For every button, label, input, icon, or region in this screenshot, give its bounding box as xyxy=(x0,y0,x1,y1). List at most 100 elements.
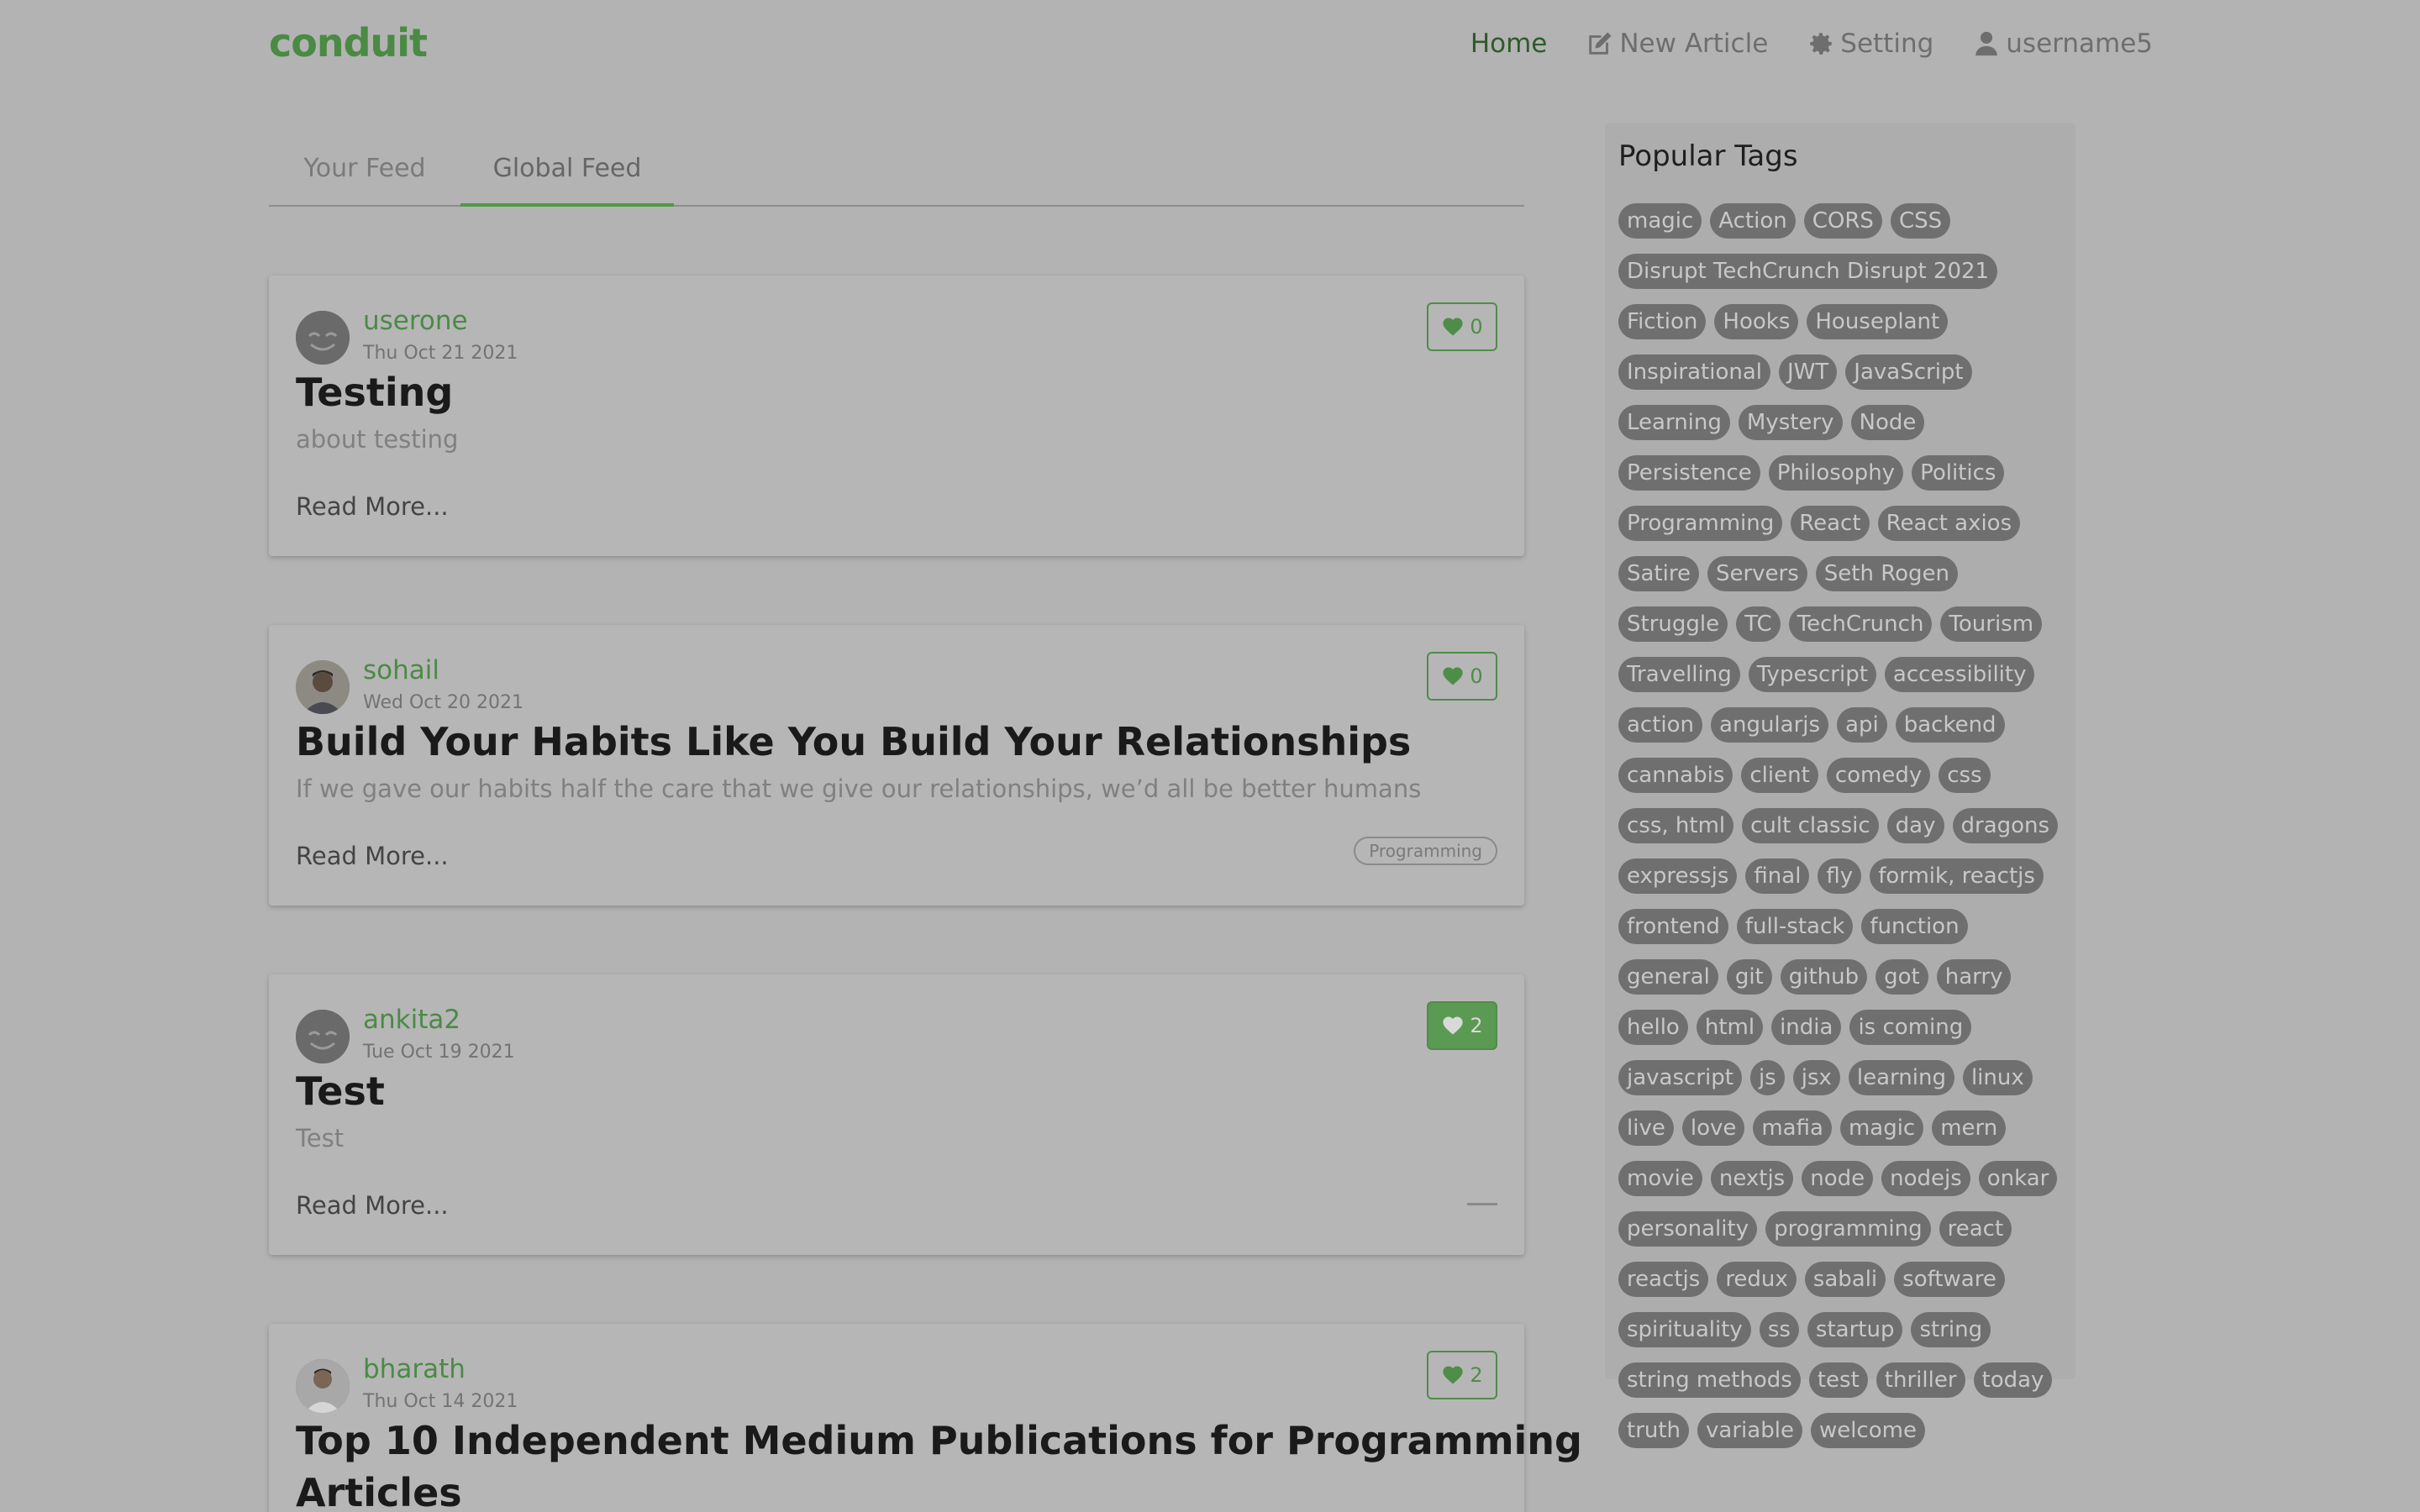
tag-pill[interactable]: Struggle xyxy=(1618,606,1728,642)
tag-pill[interactable]: cult classic xyxy=(1742,808,1879,843)
article-title-continued[interactable]: Articles xyxy=(296,1470,462,1512)
tag-pill[interactable]: formik, reactjs xyxy=(1870,858,2044,894)
tag-pill[interactable]: Typescript xyxy=(1748,657,1876,692)
tag-pill[interactable]: node xyxy=(1802,1161,1874,1196)
tag-pill[interactable]: Houseplant xyxy=(1807,304,1949,339)
article-tag[interactable]: Programming xyxy=(1354,837,1497,865)
tag-pill[interactable]: got xyxy=(1876,959,1928,995)
tag-pill[interactable]: action xyxy=(1618,707,1703,743)
tag-pill[interactable]: Hooks xyxy=(1714,304,1799,339)
tag-pill[interactable]: love xyxy=(1681,1110,1745,1146)
tag-pill[interactable]: react xyxy=(1939,1211,2012,1247)
read-more-link[interactable]: Read More... xyxy=(296,492,449,521)
avatar[interactable] xyxy=(296,1359,350,1413)
favorite-button[interactable]: 0 xyxy=(1427,652,1497,701)
tag-pill[interactable]: Action xyxy=(1710,203,1796,239)
tag-pill[interactable]: truth xyxy=(1618,1413,1690,1448)
tag-pill[interactable]: harry xyxy=(1936,959,2012,995)
tag-pill[interactable]: React xyxy=(1791,506,1870,541)
tag-pill[interactable]: Travelling xyxy=(1618,657,1740,692)
tag-pill[interactable]: cannabis xyxy=(1618,758,1733,793)
read-more-link[interactable]: Read More... xyxy=(296,842,449,870)
tag-pill[interactable]: is coming xyxy=(1849,1010,1972,1045)
tag-pill[interactable]: sabali xyxy=(1804,1262,1886,1297)
nav-home[interactable]: Home xyxy=(1470,29,1548,59)
tag-pill[interactable]: React axios xyxy=(1877,506,2021,541)
tag-pill[interactable]: angularjs xyxy=(1711,707,1829,743)
tag-pill[interactable]: Mystery xyxy=(1738,405,1843,440)
tag-pill[interactable]: live xyxy=(1618,1110,1674,1146)
brand-logo[interactable]: conduit xyxy=(269,20,428,66)
nav-user-profile[interactable]: username5 xyxy=(1972,29,2153,59)
tag-pill[interactable]: nextjs xyxy=(1710,1161,1794,1196)
tag-pill[interactable]: redux xyxy=(1717,1262,1797,1297)
favorite-button[interactable]: 0 xyxy=(1427,302,1497,351)
article-title[interactable]: Testing xyxy=(296,370,453,415)
tag-pill[interactable]: welcome xyxy=(1810,1413,1925,1448)
read-more-link[interactable]: Read More... xyxy=(296,1191,449,1220)
tag-pill[interactable]: dragons xyxy=(1952,808,2059,843)
tag-pill[interactable]: mern xyxy=(1932,1110,2007,1146)
tag-pill[interactable]: Philosophy xyxy=(1768,455,1904,491)
tag-pill[interactable]: test xyxy=(1808,1362,1868,1398)
tag-pill[interactable]: final xyxy=(1745,858,1810,894)
tag-pill[interactable]: day xyxy=(1886,808,1944,843)
tag-pill[interactable]: javascript xyxy=(1618,1060,1742,1095)
tag-pill[interactable]: ss xyxy=(1759,1312,1799,1347)
tag-pill[interactable]: reactjs xyxy=(1618,1262,1709,1297)
tag-pill[interactable]: JavaScript xyxy=(1845,354,1972,390)
author-link[interactable]: bharath xyxy=(363,1354,466,1384)
avatar[interactable] xyxy=(296,1010,350,1063)
tag-pill[interactable]: Inspirational xyxy=(1618,354,1771,390)
tag-pill[interactable]: CORS xyxy=(1803,203,1882,239)
tag-pill[interactable]: Politics xyxy=(1912,455,2005,491)
tag-pill[interactable]: function xyxy=(1861,909,1968,944)
tag-pill[interactable]: client xyxy=(1741,758,1818,793)
tag-pill[interactable]: css xyxy=(1939,758,1991,793)
tag-pill[interactable]: backend xyxy=(1895,707,2005,743)
tag-pill[interactable]: Seth Rogen xyxy=(1815,556,1959,591)
tag-pill[interactable]: learning xyxy=(1848,1060,1954,1095)
tag-pill[interactable]: Programming xyxy=(1618,506,1783,541)
article-title[interactable]: Test xyxy=(296,1068,385,1114)
tag-pill[interactable]: variable xyxy=(1697,1413,1802,1448)
tag-pill[interactable]: full-stack xyxy=(1736,909,1854,944)
tag-pill[interactable]: onkar xyxy=(1978,1161,2058,1196)
tag-pill[interactable]: software xyxy=(1894,1262,2005,1297)
author-link[interactable]: sohail xyxy=(363,655,439,685)
nav-new-article[interactable]: New Article xyxy=(1586,29,1768,59)
tag-pill[interactable]: today xyxy=(1973,1362,2053,1398)
tag-pill[interactable]: js xyxy=(1749,1060,1785,1095)
tag-pill[interactable]: comedy xyxy=(1826,758,1931,793)
author-link[interactable]: userone xyxy=(363,306,468,336)
tag-pill[interactable]: Disrupt TechCrunch Disrupt 2021 xyxy=(1618,254,1998,289)
tag-pill[interactable]: general xyxy=(1618,959,1718,995)
avatar[interactable] xyxy=(296,660,350,714)
tag-pill[interactable]: github xyxy=(1780,959,1868,995)
nav-setting[interactable]: Setting xyxy=(1807,29,1933,59)
avatar[interactable] xyxy=(296,311,350,365)
tag-pill[interactable]: linux xyxy=(1962,1060,2033,1095)
tag-pill[interactable]: jsx xyxy=(1792,1060,1840,1095)
tab-global-feed[interactable]: Global Feed xyxy=(460,134,674,207)
tag-pill[interactable]: magic xyxy=(1618,203,1702,239)
tag-pill[interactable]: programming xyxy=(1765,1211,1931,1247)
tag-pill[interactable]: TC xyxy=(1736,606,1781,642)
tag-pill[interactable]: frontend xyxy=(1618,909,1728,944)
tag-pill[interactable]: string xyxy=(1911,1312,1991,1347)
tag-pill[interactable]: Persistence xyxy=(1618,455,1760,491)
tag-pill[interactable]: magic xyxy=(1839,1110,1924,1146)
tag-pill[interactable]: Learning xyxy=(1618,405,1730,440)
favorite-button[interactable]: 2 xyxy=(1427,1351,1497,1399)
tag-pill[interactable]: spirituality xyxy=(1618,1312,1751,1347)
article-title[interactable]: Build Your Habits Like You Build Your Re… xyxy=(296,719,1411,764)
tag-pill[interactable]: hello xyxy=(1618,1010,1688,1045)
tag-pill[interactable]: personality xyxy=(1618,1211,1758,1247)
tag-pill[interactable]: startup xyxy=(1807,1312,1903,1347)
tag-pill[interactable]: TechCrunch xyxy=(1788,606,1933,642)
tab-your-feed[interactable]: Your Feed xyxy=(269,134,460,207)
tag-pill[interactable]: thriller xyxy=(1876,1362,1965,1398)
tag-pill[interactable]: string methods xyxy=(1618,1362,1801,1398)
tag-pill[interactable]: api xyxy=(1837,707,1887,743)
tag-pill[interactable]: Node xyxy=(1850,405,1925,440)
